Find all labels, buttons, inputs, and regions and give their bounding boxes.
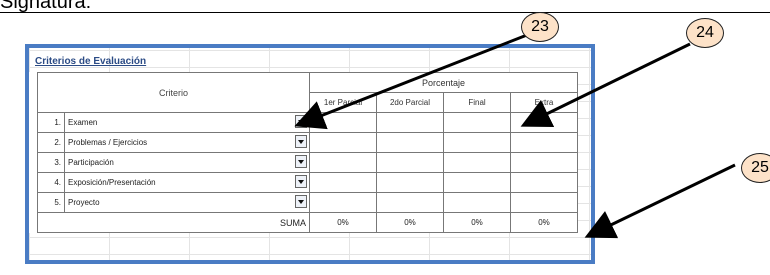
arrow-25 <box>584 163 736 239</box>
arrow-23 <box>294 33 528 130</box>
callout-badge-24: 24 <box>686 18 724 48</box>
callout-badge-23: 23 <box>521 12 559 42</box>
arrow-24 <box>520 42 691 127</box>
callout-arrows <box>294 33 736 239</box>
